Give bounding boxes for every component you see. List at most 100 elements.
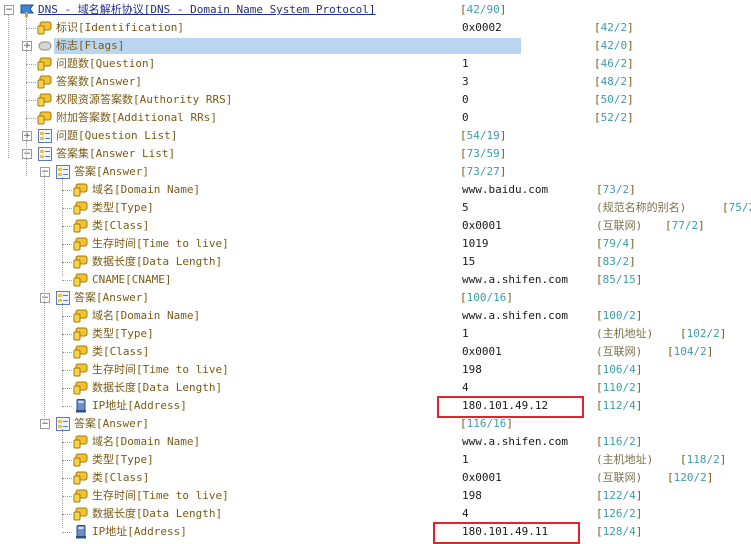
answer-field-node[interactable]: 类型[Type] 5 (规范名称的别名) [75/2] — [0, 199, 751, 217]
node-label: CNAME[CNAME] — [92, 273, 172, 286]
node-label-box: 附加答案数[Additional RRs] — [54, 110, 219, 126]
collapse-toggle[interactable]: − — [40, 419, 50, 429]
flags-node[interactable]: + 标志[Flags] [42/0] — [0, 37, 751, 55]
answer-field-node[interactable]: 生存时间[Time to live] 198 [106/4] — [0, 361, 751, 379]
collapse-toggle[interactable]: − — [40, 167, 50, 177]
flags-icon — [37, 39, 53, 53]
field-icon — [73, 219, 89, 233]
field-icon — [37, 57, 53, 71]
node-label: 问题[Question List] — [56, 129, 178, 142]
byte-range: [110/2] — [596, 381, 643, 394]
answer-node[interactable]: − 答案[Answer] [73/27] — [0, 163, 751, 181]
answer-list-node[interactable]: − 答案集[Answer List] [73/59] — [0, 145, 751, 163]
header-field-node[interactable]: 附加答案数[Additional RRs] 0 [52/2] — [0, 109, 751, 127]
collapse-toggle[interactable]: − — [4, 5, 14, 15]
answer-node[interactable]: − 答案[Answer] [100/16] — [0, 289, 751, 307]
node-label-box: IP地址[Address] — [90, 398, 189, 414]
byte-range: [126/2] — [596, 507, 643, 520]
ip-highlight-box — [433, 522, 580, 544]
list-icon — [37, 129, 53, 143]
node-label-box: 标志[Flags] — [54, 38, 521, 54]
byte-range-value: 106/4 — [602, 363, 636, 376]
field-icon — [73, 201, 89, 215]
node-label: 类[Class] — [92, 471, 150, 484]
answer-field-node[interactable]: CNAME[CNAME] www.a.shifen.com [85/15] — [0, 271, 751, 289]
field-icon — [37, 93, 53, 107]
byte-range-value: 73/27 — [466, 165, 500, 178]
node-label-box: 生存时间[Time to live] — [90, 236, 231, 252]
node-label: IP地址[Address] — [92, 525, 187, 538]
byte-range-value: 54/19 — [466, 129, 500, 142]
expand-toggle[interactable]: + — [22, 41, 32, 51]
answer-field-node[interactable]: 域名[Domain Name] www.a.shifen.com [100/2] — [0, 307, 751, 325]
answer-field-node[interactable]: 生存时间[Time to live] 1019 [79/4] — [0, 235, 751, 253]
answer-field-node[interactable]: IP地址[Address] 180.101.49.11 [128/4] — [0, 523, 751, 541]
byte-range: [52/2] — [594, 111, 634, 124]
answer-field-node[interactable]: 域名[Domain Name] www.baidu.com [73/2] — [0, 181, 751, 199]
byte-range: [128/4] — [596, 525, 643, 538]
answer-field-node[interactable]: 类[Class] 0x0001 (互联网) [104/2] — [0, 343, 751, 361]
node-label: 生存时间[Time to live] — [92, 363, 229, 376]
tree-connector — [8, 14, 9, 158]
packet-decode-tree: − DNS - 域名解析协议[DNS - Domain Name System P… — [0, 0, 751, 544]
answer-field-node[interactable]: 类[Class] 0x0001 (互联网) [120/2] — [0, 469, 751, 487]
header-field-node[interactable]: 答案数[Answer] 3 [48/2] — [0, 73, 751, 91]
header-field-node[interactable]: 标识[Identification] 0x0002 [42/2] — [0, 19, 751, 37]
answer-field-node[interactable]: 数据长度[Data Length] 4 [126/2] — [0, 505, 751, 523]
header-field-node[interactable]: 权限资源答案数[Authority RRS] 0 [50/2] — [0, 91, 751, 109]
node-label-box: 类[Class] — [90, 218, 151, 234]
tree-connector — [62, 532, 72, 533]
header-field-node[interactable]: 问题数[Question] 1 [46/2] — [0, 55, 751, 73]
tree-connector — [62, 442, 72, 443]
node-value: www.a.shifen.com — [462, 273, 568, 286]
byte-range: [102/2] — [680, 327, 727, 340]
field-icon — [73, 363, 89, 377]
byte-range-value: 100/16 — [466, 291, 507, 304]
field-icon — [73, 381, 89, 395]
byte-range-value: 122/4 — [602, 489, 636, 502]
tree-connector — [26, 64, 36, 65]
collapse-toggle[interactable]: − — [22, 149, 32, 159]
question-list-node[interactable]: + 问题[Question List] [54/19] — [0, 127, 751, 145]
answer-node[interactable]: − 答案[Answer] [116/16] — [0, 415, 751, 433]
answer-field-node[interactable]: 生存时间[Time to live] 198 [122/4] — [0, 487, 751, 505]
value-description: (主机地址) — [596, 453, 654, 466]
node-label-box: 类型[Type] — [90, 452, 156, 468]
answer-field-node[interactable]: 数据长度[Data Length] 15 [83/2] — [0, 253, 751, 271]
node-label-box: 数据长度[Data Length] — [90, 506, 224, 522]
dns-root-node[interactable]: − DNS - 域名解析协议[DNS - Domain Name System P… — [0, 1, 751, 19]
answer-field-node[interactable]: 域名[Domain Name] www.a.shifen.com [116/2] — [0, 433, 751, 451]
field-icon — [73, 471, 89, 485]
tree-connector — [62, 334, 72, 335]
byte-range-value: 128/4 — [602, 525, 636, 538]
answer-field-node[interactable]: 类[Class] 0x0001 (互联网) [77/2] — [0, 217, 751, 235]
node-value: 198 — [462, 363, 482, 376]
field-icon — [73, 309, 89, 323]
field-icon — [73, 237, 89, 251]
node-value: 0x0001 — [462, 471, 502, 484]
byte-range-value: 100/2 — [602, 309, 636, 322]
answer-field-node[interactable]: 类型[Type] 1 (主机地址) [118/2] — [0, 451, 751, 469]
node-label: 类型[Type] — [92, 453, 154, 466]
byte-range: [120/2] — [667, 471, 714, 484]
node-label-box: 答案[Answer] — [72, 416, 151, 432]
node-label-box: DNS - 域名解析协议[DNS - Domain Name System Pr… — [36, 2, 378, 18]
answer-field-node[interactable]: 类型[Type] 1 (主机地址) [102/2] — [0, 325, 751, 343]
expand-toggle[interactable]: + — [22, 131, 32, 141]
answer-field-node[interactable]: 数据长度[Data Length] 4 [110/2] — [0, 379, 751, 397]
tree-connector — [62, 208, 72, 209]
tree-connector — [62, 429, 63, 528]
field-icon — [73, 345, 89, 359]
byte-range-value: 104/2 — [673, 345, 707, 358]
byte-range: [42/90] — [460, 3, 507, 16]
byte-range: [77/2] — [665, 219, 705, 232]
list-icon — [55, 291, 71, 305]
node-value: 1 — [462, 327, 469, 340]
node-value: 0x0002 — [462, 21, 502, 34]
node-label-box: 类[Class] — [90, 344, 151, 360]
collapse-toggle[interactable]: − — [40, 293, 50, 303]
field-icon — [73, 183, 89, 197]
dns-icon — [19, 3, 35, 17]
byte-range: [100/16] — [460, 291, 513, 304]
answer-field-node[interactable]: IP地址[Address] 180.101.49.12 [112/4] — [0, 397, 751, 415]
